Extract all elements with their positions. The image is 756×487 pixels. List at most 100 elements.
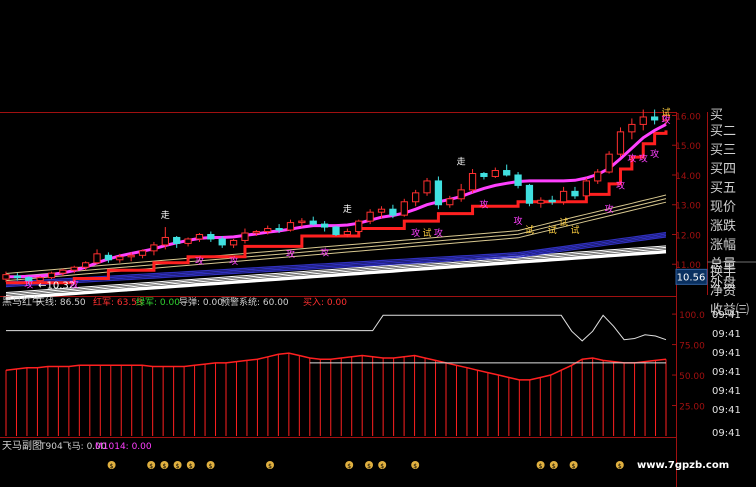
candle-body xyxy=(616,131,625,155)
time-label: 09:41 xyxy=(712,348,741,359)
candle-body xyxy=(457,189,465,200)
candle-body xyxy=(173,236,181,244)
candle-body xyxy=(184,238,192,244)
signal-annotation: 攻 xyxy=(650,148,659,160)
quote-field-label: 涨幅 xyxy=(710,238,736,253)
signal-annotation: 走 xyxy=(161,210,170,221)
candle-body xyxy=(468,173,477,191)
money-bag-glyph: $ xyxy=(347,463,351,470)
candle-body xyxy=(355,220,363,233)
candle-body xyxy=(332,226,340,235)
quote-field-label: 买四 xyxy=(710,162,736,177)
candle-body xyxy=(480,173,488,177)
signal-annotation: 攻 xyxy=(514,215,523,227)
signal-annotation: 攻 xyxy=(286,248,295,260)
indicator-legend-item: 导弹: 0.00 xyxy=(179,296,223,308)
candle-body xyxy=(343,231,352,235)
money-bag-glyph: $ xyxy=(367,463,371,470)
candle-body xyxy=(582,180,590,197)
candle-body xyxy=(605,153,613,173)
candle-body xyxy=(503,170,511,176)
candle-body xyxy=(377,208,386,213)
candle-body xyxy=(275,228,283,231)
candle-body xyxy=(207,233,215,240)
indicator-tick-label: 100.0 xyxy=(679,311,705,321)
quote-field-label: 涨跌 xyxy=(710,218,736,234)
signal-annotation: 攻 xyxy=(24,278,33,290)
money-bag-glyph: $ xyxy=(162,463,166,470)
signal-annotation: 攻 xyxy=(70,278,79,290)
quote-field-label: 收益㈢ xyxy=(710,303,749,318)
price-tick-label: 15.00 xyxy=(675,142,701,152)
time-label: 09:41 xyxy=(712,405,741,416)
candle-body xyxy=(446,198,454,206)
candle-body xyxy=(104,254,113,261)
money-bag-glyph: $ xyxy=(110,463,114,470)
candle-body xyxy=(116,256,124,261)
candle-body xyxy=(218,238,226,246)
candle-body xyxy=(264,228,272,233)
candle-body xyxy=(423,180,431,194)
candle-body xyxy=(491,170,499,177)
indicator-legend-item: 买入: 0.00 xyxy=(303,297,347,308)
candle-body xyxy=(241,232,249,241)
indicator-legend-item: 绿军: 0.00 xyxy=(136,296,180,308)
bottom-legend-item: M1014: 0.00 xyxy=(95,442,152,452)
candle-body xyxy=(525,184,534,204)
signal-annotation: 走 xyxy=(457,157,466,168)
money-bag-glyph: $ xyxy=(189,463,193,470)
indicator-tick-label: 50.00 xyxy=(679,372,705,382)
candle-body xyxy=(434,180,443,206)
quote-field-label: 买五 xyxy=(710,181,736,196)
candle-body xyxy=(286,222,295,231)
money-bag-glyph: $ xyxy=(572,463,576,470)
quote-panel-partial: 买 xyxy=(710,108,723,123)
candle-body xyxy=(252,231,260,234)
candle-body xyxy=(628,123,636,133)
candle-body xyxy=(514,174,522,186)
signal-annotation: 攻 xyxy=(320,246,329,258)
candle-body xyxy=(150,244,158,252)
candle-body xyxy=(82,262,90,268)
signal-annotation: 走 xyxy=(343,204,352,215)
signal-annotation: 攻 xyxy=(195,255,204,267)
current-price-label: 10.56 xyxy=(677,272,706,283)
candle-body xyxy=(537,199,545,204)
candle-body xyxy=(594,171,602,182)
quote-panel: 买二买三买四买五现价涨跌涨幅总量外盘换手净资收益㈢ xyxy=(710,124,749,318)
candle-body xyxy=(400,201,408,216)
signal-annotation: 试 xyxy=(525,224,534,236)
money-bag-glyph: $ xyxy=(380,463,384,470)
time-label: 09:41 xyxy=(712,329,741,340)
money-bag-glyph: $ xyxy=(209,463,213,470)
money-bag-glyph: $ xyxy=(552,463,556,470)
candle-body xyxy=(559,190,568,203)
price-tick-label: 16.00 xyxy=(675,112,701,122)
candle-body xyxy=(298,220,306,224)
stock-chart-canvas: 16.0015.0014.0013.0012.0011.0010.56←10.3… xyxy=(0,106,756,487)
candle-body xyxy=(571,190,579,197)
signal-annotation: 攻 xyxy=(639,153,648,165)
indicator-legend: 天线: 86.50 红军: 63.53绿军: 0.00 导弹: 0.00预警系统: … xyxy=(36,296,347,308)
money-bag-glyph: $ xyxy=(176,463,180,470)
candle-body xyxy=(639,116,647,125)
candle-body xyxy=(47,272,56,279)
quote-field-label: 换手 xyxy=(710,265,736,280)
quote-field-label: 买三 xyxy=(710,143,736,158)
signal-annotation: 试 xyxy=(548,224,557,236)
signal-annotation: 攻 xyxy=(434,227,443,239)
candle-body xyxy=(93,253,101,264)
signal-annotation: 攻 xyxy=(616,179,625,191)
money-bag-glyph: $ xyxy=(539,463,543,470)
quote-field-label: 净资 xyxy=(710,284,736,299)
candle-body xyxy=(320,223,329,228)
signal-annotation: 试 xyxy=(661,106,670,118)
candle-body xyxy=(161,236,169,246)
bottom-legend: T904飞马: 0.00M1014: 0.00 xyxy=(39,441,152,452)
bottom-time-label: 09:41 xyxy=(712,428,741,439)
quote-field-label: 买二 xyxy=(710,124,736,139)
signal-annotation: 攻 xyxy=(605,203,614,215)
indicator-legend-item: 预警系统: 60.00 xyxy=(221,296,289,308)
candle-body xyxy=(127,254,135,258)
money-bag-glyph: $ xyxy=(413,463,417,470)
